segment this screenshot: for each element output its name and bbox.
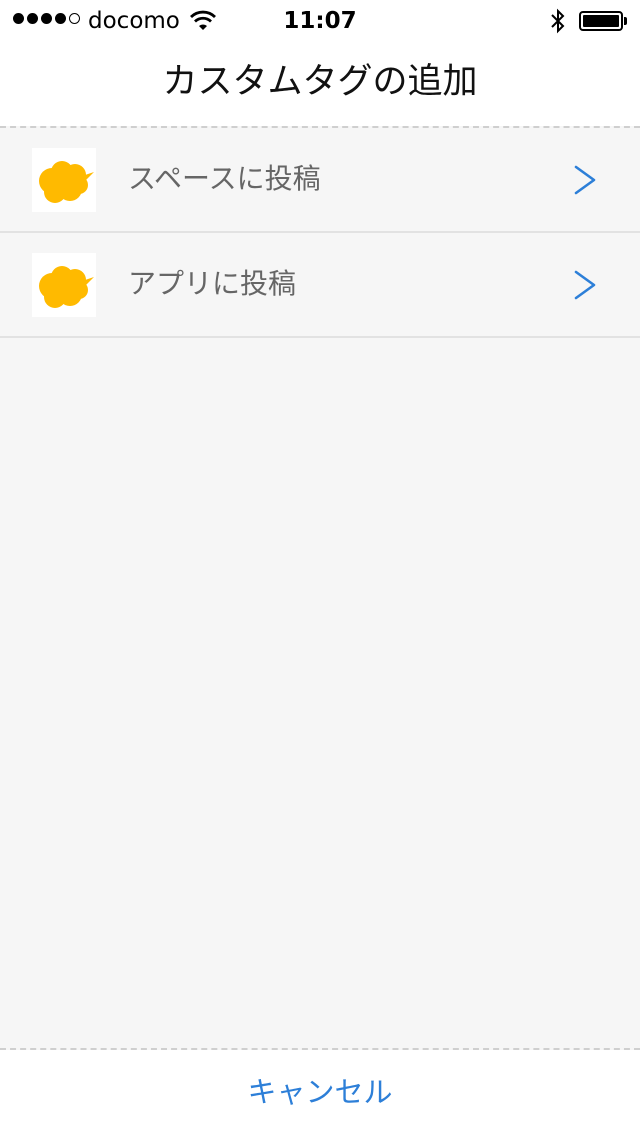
status-time: 11:07 xyxy=(283,8,357,34)
navigation-header: カスタムタグの追加 xyxy=(0,40,640,126)
page-title: カスタムタグの追加 xyxy=(162,62,478,102)
status-bar: docomo 11:07 xyxy=(0,0,640,40)
list-item-label: アプリに投稿 xyxy=(128,267,297,300)
battery-icon xyxy=(579,11,623,31)
cloud-speech-bubble-icon xyxy=(32,253,96,317)
bluetooth-icon xyxy=(551,8,565,34)
battery-level xyxy=(583,15,619,27)
chevron-right-icon xyxy=(574,270,596,300)
list-item-post-to-space[interactable]: スペースに投稿 xyxy=(0,128,640,233)
custom-tag-add-screen: docomo 11:07 カスタムタグの追加 スペースに投稿 アプリに投稿 キャ… xyxy=(0,0,640,1136)
cancel-button[interactable]: キャンセル xyxy=(0,1070,640,1114)
battery-tip xyxy=(624,17,627,25)
footer-bar: キャンセル xyxy=(0,1050,640,1136)
list-item-post-to-app[interactable]: アプリに投稿 xyxy=(0,233,640,338)
target-list: スペースに投稿 アプリに投稿 xyxy=(0,128,640,338)
chevron-right-icon xyxy=(574,165,596,195)
list-item-label: スペースに投稿 xyxy=(128,162,321,195)
cloud-speech-bubble-icon xyxy=(32,148,96,212)
